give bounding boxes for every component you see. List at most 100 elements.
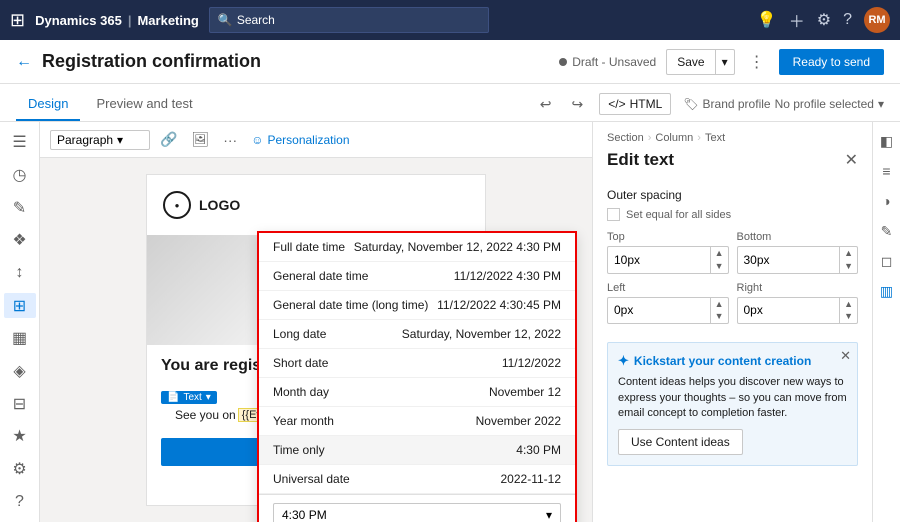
left-control[interactable]: ▲ ▼	[607, 297, 729, 325]
right-spacing-item: Right ▲ ▼	[737, 282, 859, 325]
top-down-arrow[interactable]: ▼	[711, 260, 728, 273]
time-only-label: Time only	[273, 443, 516, 457]
personalization-button[interactable]: ☺ Personalization	[251, 133, 349, 147]
header-actions: Save ▾ ⋮ Ready to send	[666, 47, 884, 77]
lightbulb-icon[interactable]: 💡	[757, 10, 777, 30]
sidebar-minus-icon[interactable]: ⊟	[4, 391, 36, 416]
general-datetime-value: 11/12/2022 4:30 PM	[454, 269, 561, 283]
bottom-up-arrow[interactable]: ▲	[840, 247, 857, 260]
save-dropdown-arrow[interactable]: ▾	[715, 50, 734, 74]
left-input[interactable]	[608, 299, 710, 321]
bottom-input[interactable]	[738, 249, 840, 271]
bottom-down-arrow[interactable]: ▼	[840, 260, 857, 273]
date-row-short[interactable]: Short date 11/12/2022	[259, 349, 575, 378]
mini-box-icon[interactable]: ◻	[876, 250, 898, 272]
breadcrumb-column: Column	[655, 132, 693, 144]
toolbar-image-btn[interactable]: 🖼	[187, 129, 213, 150]
search-input[interactable]	[237, 13, 480, 27]
sidebar-help-icon[interactable]: ?	[4, 489, 36, 514]
sidebar-blocks-icon[interactable]: ▦	[4, 326, 36, 351]
bottom-control[interactable]: ▲ ▼	[737, 246, 859, 274]
mini-grid-icon[interactable]: ▥	[876, 280, 898, 302]
panel-title-row: Edit text ✕	[593, 144, 872, 180]
brand-profile-icon: 🏷	[683, 97, 698, 111]
panel-breadcrumb: Section › Column › Text	[593, 122, 872, 144]
sidebar-edit-icon[interactable]: ✎	[4, 195, 36, 220]
toolbar-more-btn[interactable]: ···	[219, 130, 241, 150]
date-row-long[interactable]: Long date Saturday, November 12, 2022	[259, 320, 575, 349]
panel-close-button[interactable]: ✕	[845, 150, 858, 170]
sidebar-components-icon[interactable]: ❖	[4, 228, 36, 253]
sidebar-layout-icon[interactable]: ↕	[4, 261, 36, 286]
page-title: Registration confirmation	[42, 51, 549, 72]
back-button[interactable]: ←	[16, 53, 32, 71]
year-month-value: November 2022	[476, 414, 561, 428]
content-ideas-button[interactable]: Use Content ideas	[618, 429, 743, 455]
save-button-group[interactable]: Save ▾	[666, 49, 734, 75]
email-card: ● LOGO You are registered for 📄 Text ▾	[146, 174, 486, 506]
ready-to-send-button[interactable]: Ready to send	[779, 49, 884, 75]
undo-button[interactable]: ↩	[536, 94, 556, 115]
date-row-time-only[interactable]: Time only 4:30 PM	[259, 436, 575, 465]
spacing-grid: Top ▲ ▼ Bottom ▲ ▼	[607, 231, 858, 324]
date-row-general[interactable]: General date time 11/12/2022 4:30 PM	[259, 262, 575, 291]
bottom-spacing-item: Bottom ▲ ▼	[737, 231, 859, 274]
date-row-full[interactable]: Full date time Saturday, November 12, 20…	[259, 233, 575, 262]
help-icon[interactable]: ?	[843, 11, 852, 29]
mini-list-icon[interactable]: ≡	[876, 160, 898, 182]
date-row-month-day[interactable]: Month day November 12	[259, 378, 575, 407]
tab-design[interactable]: Design	[16, 88, 80, 121]
right-up-arrow[interactable]: ▲	[840, 298, 857, 311]
date-row-year-month[interactable]: Year month November 2022	[259, 407, 575, 436]
sidebar-menu-icon[interactable]: ☰	[4, 130, 36, 155]
sidebar-star-icon[interactable]: ★	[4, 424, 36, 449]
redo-button[interactable]: ↪	[568, 94, 588, 115]
time-value: 4:30 PM	[282, 508, 327, 522]
search-bar[interactable]: 🔍	[209, 7, 489, 33]
panel-title: Edit text	[607, 150, 674, 170]
left-down-arrow[interactable]: ▼	[711, 310, 728, 323]
breadcrumb-sep-2: ›	[697, 132, 701, 144]
right-control[interactable]: ▲ ▼	[737, 297, 859, 325]
set-equal-row: Set equal for all sides	[607, 208, 858, 221]
html-button[interactable]: </> HTML	[599, 93, 671, 115]
date-row-general-long[interactable]: General date time (long time) 11/12/2022…	[259, 291, 575, 320]
logo-circle: ●	[163, 191, 191, 219]
more-button[interactable]: ⋮	[741, 47, 773, 77]
mini-edit-icon[interactable]: ✎	[876, 220, 898, 242]
canvas-content: ● LOGO You are registered for 📄 Text ▾	[40, 158, 592, 522]
avatar[interactable]: RM	[864, 7, 890, 33]
kickstart-title-text: Kickstart your content creation	[634, 354, 811, 368]
top-control[interactable]: ▲ ▼	[607, 246, 729, 274]
kickstart-close-button[interactable]: ✕	[840, 349, 851, 362]
logo-text: LOGO	[199, 197, 240, 213]
top-input[interactable]	[608, 249, 710, 271]
sidebar-settings-icon[interactable]: ◈	[4, 359, 36, 384]
plus-icon[interactable]: ＋	[789, 8, 805, 32]
text-tag[interactable]: 📄 Text ▾	[161, 391, 217, 404]
paragraph-selector[interactable]: Paragraph ▾	[50, 130, 150, 150]
right-down-arrow[interactable]: ▼	[840, 310, 857, 323]
top-nav: ⊞ Dynamics 365 | Marketing 🔍 💡 ＋ ⚙ ? RM	[0, 0, 900, 40]
save-label[interactable]: Save	[667, 50, 714, 74]
right-input[interactable]	[738, 299, 840, 321]
toolbar-link-btn[interactable]: 🔗	[156, 129, 181, 150]
sidebar-history-icon[interactable]: ◷	[4, 163, 36, 188]
sidebar-grid-icon[interactable]: ⊞	[4, 293, 36, 318]
paragraph-label: Paragraph	[57, 133, 113, 147]
top-up-arrow[interactable]: ▲	[711, 247, 728, 260]
left-up-arrow[interactable]: ▲	[711, 298, 728, 311]
time-select[interactable]: 4:30 PM ▾	[273, 503, 561, 522]
tab-preview[interactable]: Preview and test	[84, 88, 204, 121]
brand-separator: |	[128, 13, 132, 28]
brand-profile-selector[interactable]: 🏷 Brand profile No profile selected ▾	[683, 97, 884, 111]
kickstart-description: Content ideas helps you discover new way…	[618, 375, 847, 421]
date-row-universal[interactable]: Universal date 2022-11-12	[259, 465, 575, 494]
mini-half-circle-icon[interactable]: ◑	[876, 190, 898, 212]
app-grid-icon[interactable]: ⊞	[10, 10, 25, 31]
sidebar-gear-icon[interactable]: ⚙	[4, 457, 36, 482]
settings-icon[interactable]: ⚙	[817, 10, 831, 30]
set-equal-label: Set equal for all sides	[626, 209, 731, 221]
set-equal-checkbox[interactable]	[607, 208, 620, 221]
mini-panel-icon[interactable]: ◧	[876, 130, 898, 152]
